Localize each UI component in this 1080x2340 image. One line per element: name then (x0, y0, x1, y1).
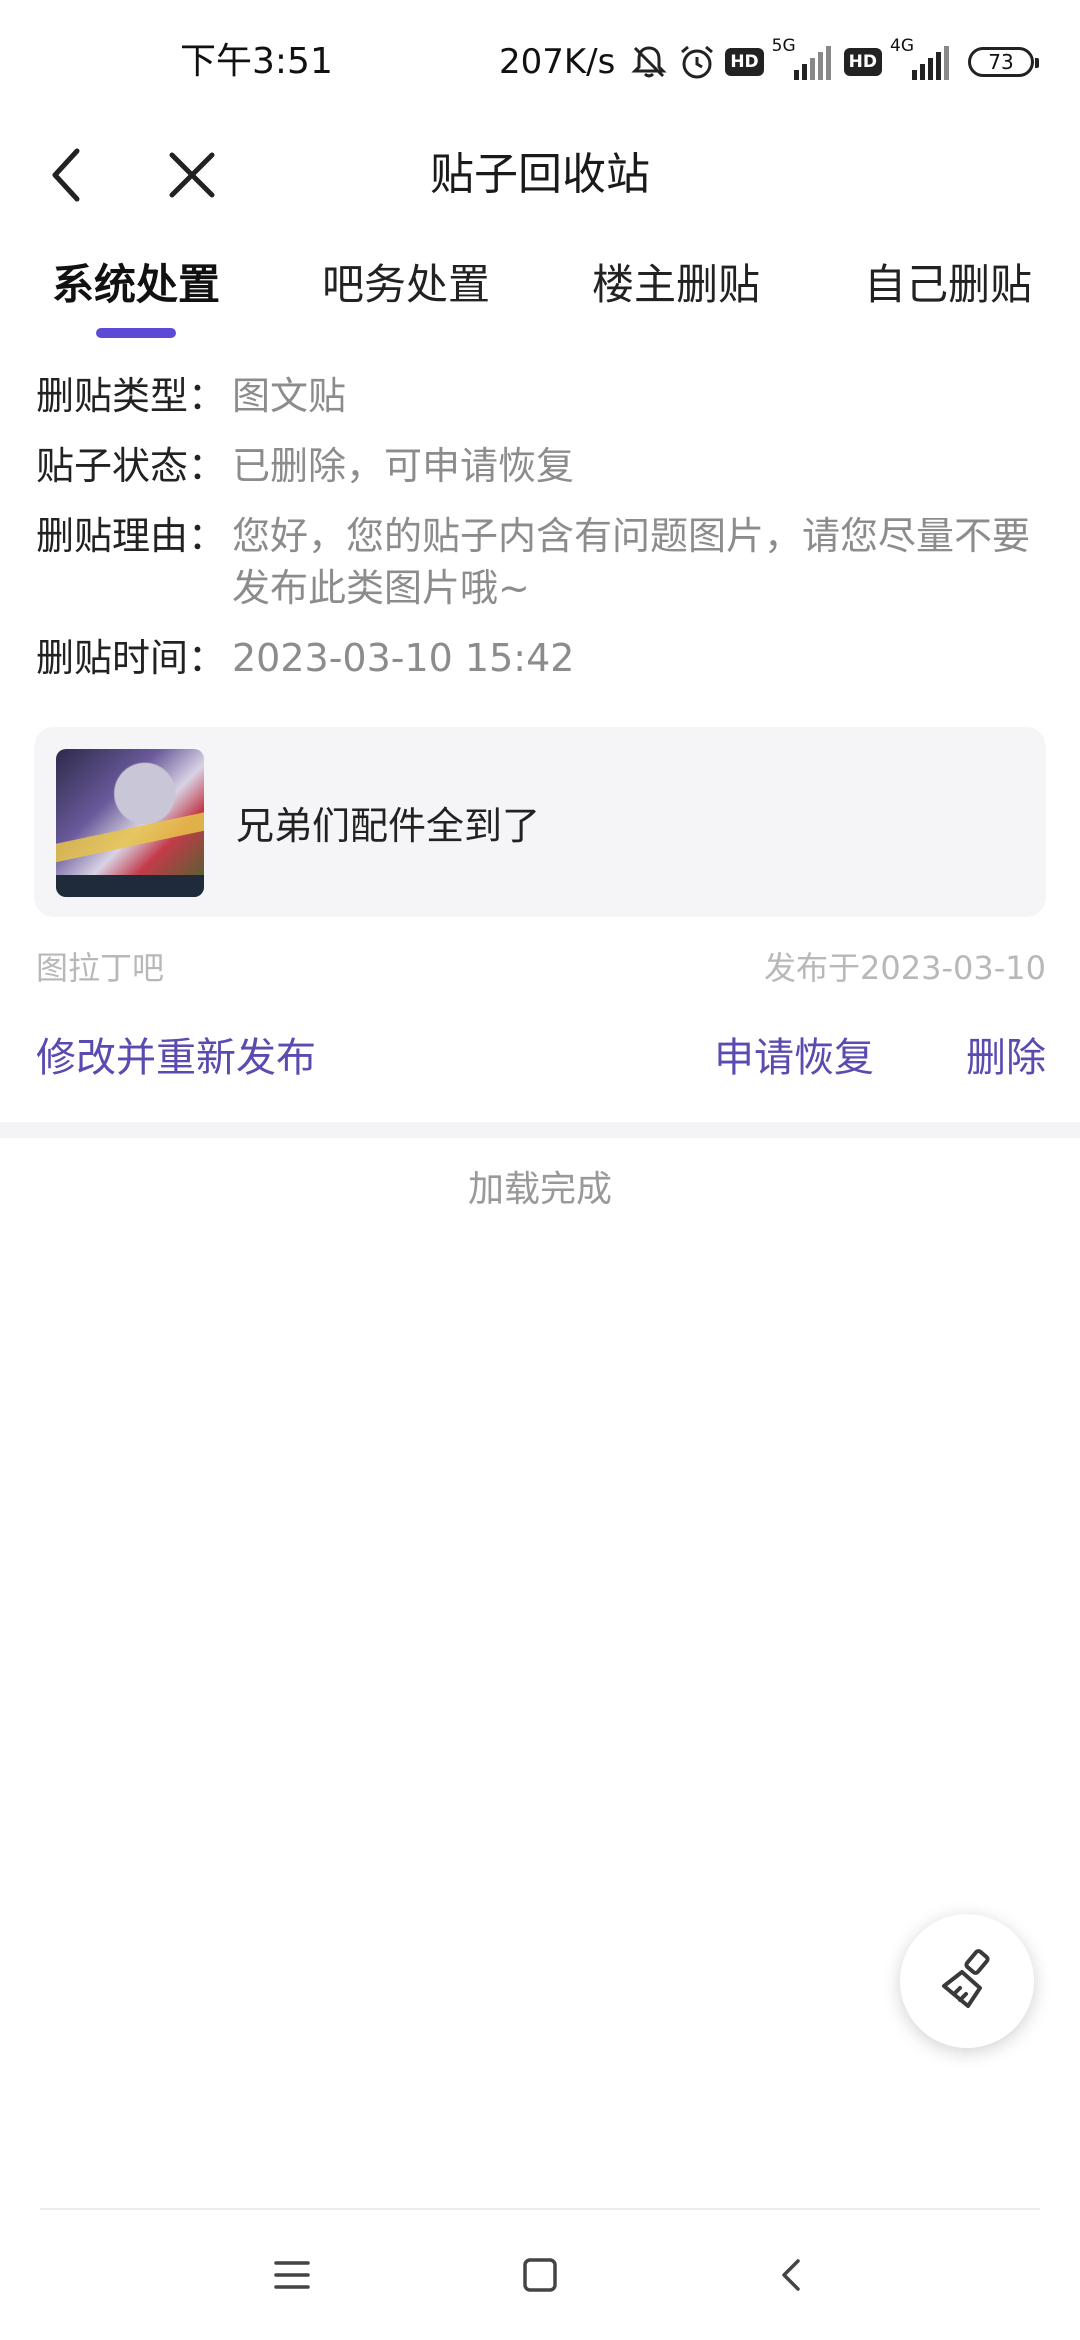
info-row-type: 删贴类型： 图文贴 (36, 370, 1046, 422)
post-title: 兄弟们配件全到了 (236, 803, 541, 848)
menu-icon (274, 2261, 310, 2289)
post-card[interactable]: 兄弟们配件全到了 (34, 727, 1046, 917)
time-value: 2023-03-10 15:42 (232, 636, 575, 680)
info-row-reason: 删贴理由： 您好，您的贴子内含有问题图片，请您尽量不要发布此类图片哦~ (36, 510, 1046, 614)
time-label: 删贴时间： (36, 636, 227, 680)
signal-4g-label: 4G (890, 36, 914, 56)
menu-nav-button[interactable] (242, 2240, 342, 2310)
forum-name[interactable]: 图拉丁吧 (36, 942, 164, 994)
post-thumbnail (56, 749, 204, 897)
alarm-icon (681, 45, 714, 79)
type-label: 删贴类型： (36, 374, 227, 418)
battery-icon: 73 (968, 47, 1039, 77)
type-value: 图文贴 (232, 374, 347, 418)
home-square-icon (523, 2258, 557, 2292)
info-row-time: 删贴时间： 2023-03-10 15:42 (36, 632, 1046, 684)
signal-4g-icon: 4G (890, 36, 954, 82)
request-restore-button[interactable]: 申请恢复 (714, 1026, 874, 1090)
status-indicators: 207K/s HD 5G HD 4G 73 (498, 36, 1039, 88)
nav-divider (40, 2208, 1040, 2210)
hd-icon: HD (843, 48, 882, 76)
delete-button[interactable]: 删除 (966, 1026, 1046, 1090)
info-row-status: 贴子状态： 已删除，可申请恢复 (36, 440, 1046, 492)
tab-indicator (96, 328, 176, 338)
tab-bar: 系统处置 吧务处置 楼主删贴 自己删贴 (0, 240, 1080, 350)
signal-5g-icon: 5G (772, 36, 836, 82)
status-label: 贴子状态： (36, 444, 227, 488)
thumbnail-strip (56, 875, 204, 897)
signal-5g-label: 5G (771, 36, 796, 56)
broom-icon (942, 1949, 990, 2008)
bell-muted-icon (631, 46, 667, 78)
page-title: 贴子回收站 (430, 149, 650, 200)
status-bar: 下午3:51 207K/s HD 5G HD 4G 73 (0, 0, 1080, 120)
section-divider (0, 1122, 1080, 1138)
edit-republish-button[interactable]: 修改并重新发布 (36, 1026, 316, 1090)
back-nav-button[interactable] (742, 2240, 842, 2310)
tab-self-deleted[interactable]: 自己删贴 (864, 250, 1032, 320)
publish-date: 发布于2023-03-10 (764, 949, 1046, 987)
tab-system[interactable]: 系统处置 (52, 250, 220, 320)
network-speed: 207K/s (498, 42, 616, 82)
thumbnail-band (56, 808, 204, 864)
title-bar: 贴子回收站 (0, 110, 1080, 240)
status-time: 下午3:51 (180, 41, 333, 82)
hd-icon: HD (725, 48, 764, 76)
reason-label: 删贴理由： (36, 514, 227, 558)
home-nav-button[interactable] (490, 2240, 590, 2310)
tab-bawu[interactable]: 吧务处置 (322, 250, 490, 320)
reason-value: 您好，您的贴子内含有问题图片，请您尽量不要发布此类图片哦~ (232, 514, 1031, 610)
tab-owner-deleted[interactable]: 楼主删贴 (592, 250, 760, 320)
deletion-info: 删贴类型： 图文贴 贴子状态： 已删除，可申请恢复 删贴理由： 您好，您的贴子内… (36, 370, 1046, 702)
status-value: 已删除，可申请恢复 (232, 444, 575, 488)
clean-fab-button[interactable] (900, 1914, 1034, 2048)
load-complete-text: 加载完成 (467, 1169, 612, 1210)
back-chevron-icon (782, 2259, 800, 2291)
post-actions: 修改并重新发布 申请恢复 删除 (36, 1026, 1046, 1090)
